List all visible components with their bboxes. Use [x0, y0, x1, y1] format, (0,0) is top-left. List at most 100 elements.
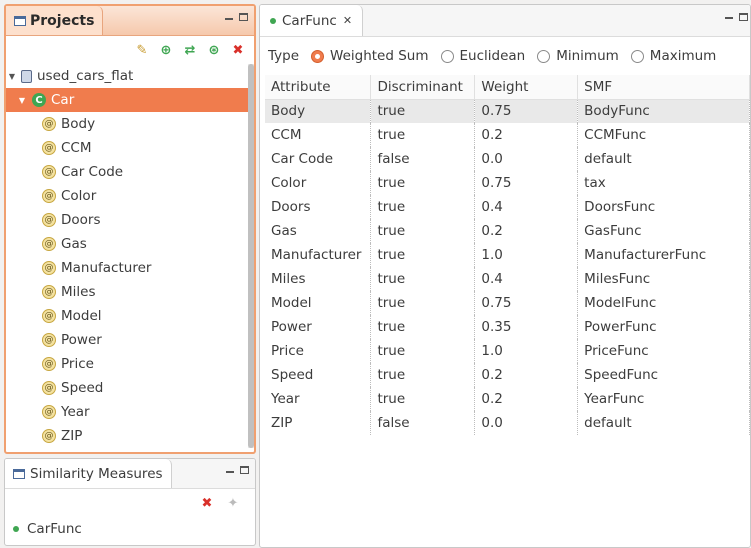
- table-cell[interactable]: PowerFunc: [577, 315, 750, 339]
- edit-wand-icon[interactable]: ✎: [134, 42, 150, 58]
- table-cell[interactable]: tax: [577, 171, 750, 195]
- tree-node-attribute[interactable]: @ Doors: [6, 208, 254, 232]
- tree-node-attribute[interactable]: @ Color: [6, 184, 254, 208]
- table-cell[interactable]: BodyFunc: [577, 99, 750, 123]
- maximize-icon[interactable]: [739, 13, 748, 21]
- table-row[interactable]: Model true 0.75 ModelFunc: [265, 291, 750, 315]
- tree-node-attribute[interactable]: @ Price: [6, 352, 254, 376]
- expand-triangle-icon[interactable]: ▼: [16, 96, 28, 105]
- table-cell[interactable]: GasFunc: [577, 219, 750, 243]
- table-row[interactable]: Price true 1.0 PriceFunc: [265, 339, 750, 363]
- radio-euclidean-label[interactable]: Euclidean: [460, 48, 526, 64]
- tree-node-class-car[interactable]: ▼ C Car: [6, 88, 254, 112]
- projects-tab[interactable]: Projects: [6, 6, 104, 35]
- table-cell[interactable]: false: [370, 147, 476, 171]
- list-item[interactable]: CarFunc: [5, 517, 255, 541]
- table-row[interactable]: Miles true 0.4 MilesFunc: [265, 267, 750, 291]
- table-cell[interactable]: 0.2: [474, 123, 579, 147]
- table-cell[interactable]: 1.0: [474, 243, 579, 267]
- radio-weighted-sum[interactable]: [311, 49, 325, 63]
- radio-minimum[interactable]: [537, 49, 551, 63]
- table-row[interactable]: Car Code false 0.0 default: [265, 147, 750, 171]
- scrollbar-thumb[interactable]: [248, 64, 254, 448]
- table-cell[interactable]: MilesFunc: [577, 267, 750, 291]
- table-cell[interactable]: 0.4: [474, 195, 579, 219]
- radio-minimum-label[interactable]: Minimum: [556, 48, 619, 64]
- table-row[interactable]: Year true 0.2 YearFunc: [265, 387, 750, 411]
- tree-node-attribute[interactable]: @ ZIP: [6, 424, 254, 448]
- table-row[interactable]: ZIP false 0.0 default: [265, 411, 750, 435]
- column-header[interactable]: SMF: [577, 75, 750, 100]
- radio-maximum[interactable]: [630, 49, 644, 63]
- radio-maximum-label[interactable]: Maximum: [650, 48, 717, 64]
- tree-node-attribute[interactable]: @ CCM: [6, 136, 254, 160]
- table-cell[interactable]: true: [370, 291, 476, 315]
- table-cell[interactable]: 0.75: [474, 99, 579, 123]
- tree-node-attribute[interactable]: @ Year: [6, 400, 254, 424]
- close-icon[interactable]: ✕: [343, 14, 352, 27]
- table-cell[interactable]: 0.4: [474, 267, 579, 291]
- minimize-icon[interactable]: [225, 18, 233, 20]
- table-row[interactable]: Power true 0.35 PowerFunc: [265, 315, 750, 339]
- table-cell[interactable]: CCMFunc: [577, 123, 750, 147]
- delete-icon[interactable]: ✖: [199, 495, 215, 511]
- table-cell[interactable]: true: [370, 171, 476, 195]
- minimize-icon[interactable]: [725, 17, 733, 19]
- table-cell[interactable]: 0.75: [474, 291, 579, 315]
- table-cell[interactable]: ManufacturerFunc: [577, 243, 750, 267]
- table-cell[interactable]: true: [370, 267, 476, 291]
- table-cell[interactable]: 0.2: [474, 363, 579, 387]
- table-row[interactable]: Doors true 0.4 DoorsFunc: [265, 195, 750, 219]
- column-header[interactable]: Attribute: [265, 75, 372, 100]
- tree-node-attribute[interactable]: @ Manufacturer: [6, 256, 254, 280]
- add-subclass-icon[interactable]: ⇄: [182, 42, 198, 58]
- minimize-icon[interactable]: [226, 471, 234, 473]
- table-row[interactable]: Manufacturer true 1.0 ManufacturerFunc: [265, 243, 750, 267]
- table-cell[interactable]: PriceFunc: [577, 339, 750, 363]
- table-cell[interactable]: true: [370, 387, 476, 411]
- tree-node-attribute[interactable]: @ Model: [6, 304, 254, 328]
- table-cell[interactable]: 0.2: [474, 387, 579, 411]
- radio-weighted-sum-label[interactable]: Weighted Sum: [330, 48, 428, 64]
- table-row[interactable]: CCM true 0.2 CCMFunc: [265, 123, 750, 147]
- table-cell[interactable]: 0.2: [474, 219, 579, 243]
- column-header[interactable]: Discriminant: [370, 75, 476, 100]
- add-attribute-icon[interactable]: ⊛: [206, 42, 222, 58]
- tree-node-attribute[interactable]: @ Miles: [6, 280, 254, 304]
- table-cell[interactable]: 1.0: [474, 339, 579, 363]
- maximize-icon[interactable]: [239, 13, 248, 21]
- table-row[interactable]: Gas true 0.2 GasFunc: [265, 219, 750, 243]
- tree-node-attribute[interactable]: @ Body: [6, 112, 254, 136]
- radio-euclidean[interactable]: [440, 49, 454, 63]
- table-cell[interactable]: default: [577, 147, 750, 171]
- table-cell[interactable]: true: [370, 363, 476, 387]
- add-class-icon[interactable]: ⊕: [158, 42, 174, 58]
- table-cell[interactable]: true: [370, 99, 476, 123]
- table-cell[interactable]: true: [370, 123, 476, 147]
- tab-carfunc[interactable]: CarFunc ✕: [260, 5, 364, 36]
- tree-node-project[interactable]: ▼ used_cars_flat: [6, 64, 254, 88]
- table-cell[interactable]: true: [370, 243, 476, 267]
- table-cell[interactable]: 0.75: [474, 171, 579, 195]
- table-cell[interactable]: YearFunc: [577, 387, 750, 411]
- tree-node-attribute[interactable]: @ Power: [6, 328, 254, 352]
- table-row[interactable]: Speed true 0.2 SpeedFunc: [265, 363, 750, 387]
- table-row[interactable]: Body true 0.75 BodyFunc: [265, 99, 750, 123]
- table-cell[interactable]: DoorsFunc: [577, 195, 750, 219]
- table-cell[interactable]: 0.0: [474, 411, 579, 435]
- table-cell[interactable]: true: [370, 219, 476, 243]
- table-cell[interactable]: ModelFunc: [577, 291, 750, 315]
- table-cell[interactable]: 0.35: [474, 315, 579, 339]
- table-cell[interactable]: SpeedFunc: [577, 363, 750, 387]
- table-row[interactable]: Color true 0.75 tax: [265, 171, 750, 195]
- column-header[interactable]: Weight: [474, 75, 579, 100]
- table-cell[interactable]: 0.0: [474, 147, 579, 171]
- delete-icon[interactable]: ✖: [230, 42, 246, 58]
- table-cell[interactable]: true: [370, 195, 476, 219]
- maximize-icon[interactable]: [240, 466, 249, 474]
- tree-node-attribute[interactable]: @ Speed: [6, 376, 254, 400]
- tree-node-attribute[interactable]: @ Car Code: [6, 160, 254, 184]
- expand-triangle-icon[interactable]: ▼: [6, 72, 18, 81]
- table-cell[interactable]: default: [577, 411, 750, 435]
- similarity-measures-tab[interactable]: Similarity Measures: [5, 459, 172, 488]
